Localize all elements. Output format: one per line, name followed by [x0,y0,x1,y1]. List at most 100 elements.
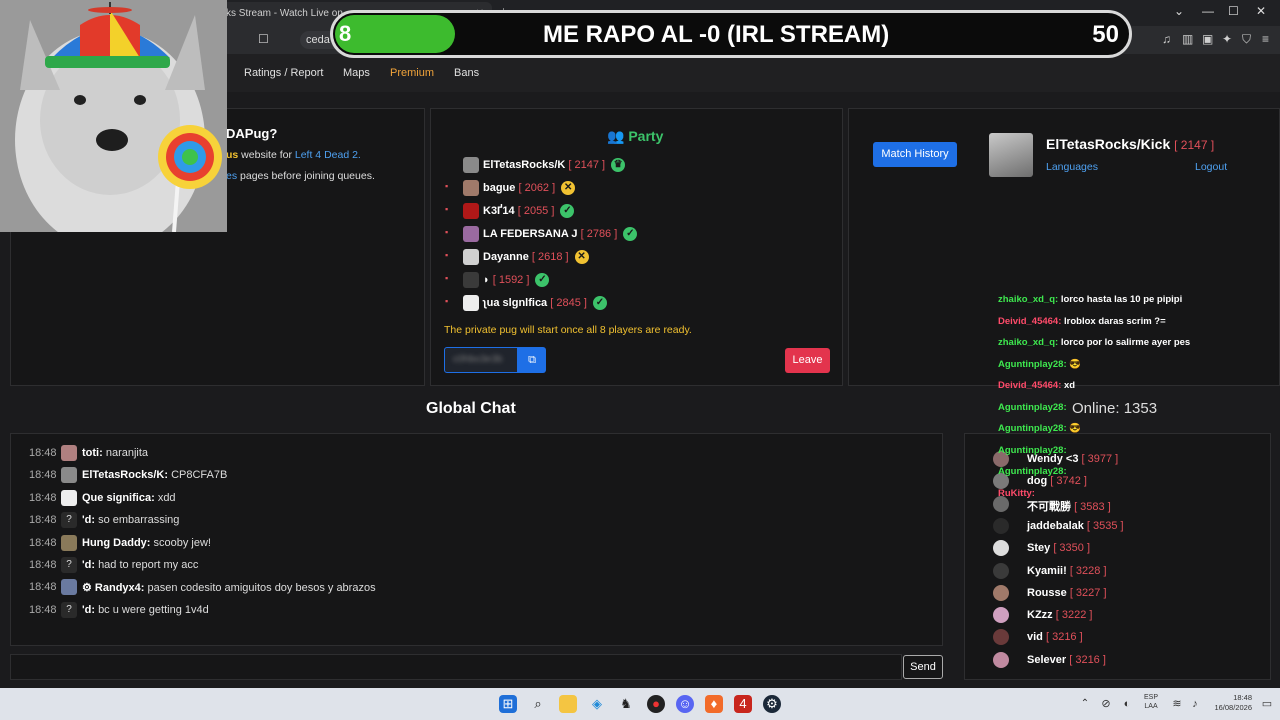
nav-maps[interactable]: Maps [343,67,370,79]
online-elo: [ 3535 ] [1086,519,1124,532]
menu-icon[interactable]: ≡ [1262,32,1269,46]
start-icon[interactable]: ⊞ [499,695,517,713]
online-user-row[interactable]: vid [ 3216 ] [965,627,1270,647]
chat-username[interactable]: toti: [82,447,103,459]
global-chat-title: Global Chat [426,400,516,417]
online-user-row[interactable]: Rousse [ 3227 ] [965,583,1270,603]
online-username: vid [1027,631,1043,644]
copy-code-button[interactable]: ⧉ [518,347,546,373]
chat-input[interactable] [10,654,902,680]
kick-icon[interactable]: ▪ [445,273,451,283]
minimize-icon[interactable]: — [1202,4,1214,18]
tray-chevron-icon[interactable]: ⌃ [1076,695,1094,713]
online-user-row[interactable]: dog [ 3742 ] [965,471,1270,491]
chat-username[interactable]: Que significa: [82,492,155,504]
chat-username[interactable]: ⚙ Randyx4: [82,582,144,594]
steam-icon[interactable]: ⚙ [763,695,781,713]
kick-icon[interactable]: ▪ [445,204,451,214]
online-elo: [ 3222 ] [1055,609,1093,622]
game-icon[interactable]: ♞ [617,695,635,713]
notifications-icon[interactable]: ▭ [1258,695,1276,713]
member-avatar [463,157,479,173]
languages-link[interactable]: Languages [1046,161,1098,173]
nav-premium[interactable]: Premium [390,67,434,79]
online-user-row[interactable]: jaddebalak [ 3535 ] [965,516,1270,536]
chat-message: 18:48? 'd: so embarrassing [11,510,942,530]
wifi-icon[interactable]: ≋ [1168,695,1186,713]
chat-time: 18:48 [29,603,57,616]
kick-icon[interactable]: ▪ [445,250,451,260]
info-line-2: es pages before joining queues. [226,170,375,182]
online-user-row[interactable]: Wendy <3 [ 3977 ] [965,449,1270,469]
online-username: jaddebalak [1027,519,1084,532]
online-user-row[interactable]: 不可戰勝 [ 3583 ] [965,494,1270,514]
nav-bans[interactable]: Bans [454,67,479,79]
unknown-avatar-icon: ? [61,601,77,618]
tray-app-icon[interactable]: ◐ [1118,695,1136,713]
logout-link[interactable]: Logout [1195,161,1227,173]
chat-message-body: 'd: so embarrassing [82,514,179,526]
rules-link[interactable]: es [226,170,237,182]
chat-message-body: toti: naranjita [82,447,148,459]
chat-text: naranjita [105,447,149,459]
chat-message-body: ElTetasRocks/K: CP8CFA7B [82,469,227,481]
online-user-label: 不可戰勝 [ 3583 ] [1027,498,1111,514]
music-icon[interactable]: ♫ [1162,32,1171,46]
record-icon[interactable]: ● [647,695,665,713]
language-indicator[interactable]: ESP LAA [1144,693,1158,711]
send-button[interactable]: Send [903,655,943,679]
chat-username[interactable]: 'd: [82,514,95,526]
member-elo: [ 2055 ] [517,204,555,217]
online-user-row[interactable]: Stey [ 3350 ] [965,538,1270,558]
l4d2-link[interactable]: Left 4 Dead 2. [295,149,361,161]
member-elo: [ 1592 ] [492,273,530,286]
online-elo: [ 3228 ] [1069,564,1107,577]
search-icon[interactable]: ⌕ [529,695,547,713]
maximize-icon[interactable]: ☐ [1228,4,1239,18]
extensions-icon[interactable]: ✦ [1222,32,1232,46]
chat-avatar [61,445,77,461]
close-window-icon[interactable]: ✕ [1256,4,1266,18]
kick-icon[interactable]: ▪ [445,227,451,237]
wallet-icon[interactable]: ▣ [1202,32,1213,46]
file-explorer-icon[interactable] [559,695,577,713]
discord-icon[interactable]: ☺ [676,695,694,713]
online-avatar [993,651,1009,668]
chat-text: pasen codesito amiguitos doy besos y abr… [147,582,376,595]
match-history-button[interactable]: Match History [873,142,957,167]
l4d2-icon[interactable]: 4 [734,695,752,713]
chat-username[interactable]: 'd: [82,604,95,616]
tab-search-icon[interactable]: ⌄ [1174,4,1184,18]
party-code-field[interactable]: c0hbo3e3b [444,347,518,373]
party-panel: 👥 Party ElTetasRocks/K [ 2147 ] ♛ ▪ bague [… [430,108,843,386]
clock[interactable]: 18:48 16/08/2026 [1206,693,1252,713]
kick-icon[interactable]: ▪ [445,181,451,191]
info-line-1: us website for Left 4 Dead 2. [226,149,361,161]
volume-icon[interactable]: ♪ [1186,695,1204,713]
online-user-row[interactable]: Kyamii! [ 3228 ] [965,561,1270,581]
not-ready-icon: ✕ [574,250,589,264]
party-code-value: c0hbo3e3b [453,354,503,365]
chat-message: 18:48? 'd: had to report my acc [11,555,942,575]
sidebar-icon[interactable]: ▥ [1182,32,1193,46]
chat-text: xdd [157,491,176,504]
leave-button[interactable]: Leave [785,348,830,373]
global-chat-panel: 18:48 toti: naranjita 18:48 ElTetasRocks/K:… [10,433,943,646]
nav-ratings-report[interactable]: Ratings / Report [244,67,323,79]
chat-username[interactable]: 'd: [82,559,95,571]
member-name: ElTetasRocks/K [483,158,566,171]
online-user-row[interactable]: Selever [ 3216 ] [965,650,1270,670]
chat-username[interactable]: ElTetasRocks/K: [82,469,168,481]
online-user-row[interactable]: KZzz [ 3222 ] [965,605,1270,625]
online-user-label: Kyamii! [ 3228 ] [1027,565,1107,577]
kick-icon[interactable]: ▪ [445,296,451,306]
online-user-label: KZzz [ 3222 ] [1027,609,1092,621]
vpn-icon[interactable]: ⛉ [1242,32,1251,47]
brave-icon[interactable]: ♦ [705,695,723,713]
online-elo: [ 3742 ] [1050,475,1087,488]
online-avatar [993,517,1009,534]
app-icon[interactable]: ◈ [588,695,606,713]
bookmark-icon[interactable]: ☐ [258,32,269,46]
network-icon[interactable]: ⊘ [1097,695,1115,713]
chat-username[interactable]: Hung Daddy: [82,537,150,549]
